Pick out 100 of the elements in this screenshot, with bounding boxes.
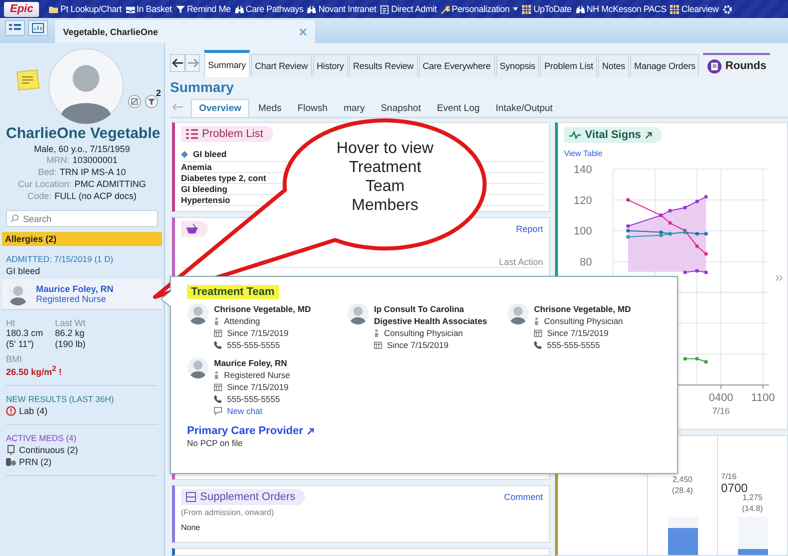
column-date: 7/16 <box>721 472 738 481</box>
sidebar-link[interactable]: PRN (2) <box>6 457 158 467</box>
toolbar-button[interactable]: Care Pathways <box>234 4 304 14</box>
search-field[interactable]: Search <box>6 210 158 227</box>
activity-tab[interactable]: Chart Review <box>250 54 312 77</box>
toolbar-button[interactable]: Pt Lookup/Chart <box>49 4 122 14</box>
problem-name[interactable]: Diabetes type 2, cont <box>181 173 266 183</box>
axis-label: 1100 <box>751 392 775 404</box>
activity-tab[interactable]: Manage Orders <box>630 54 700 77</box>
sidebar-link[interactable]: Lab (4) <box>6 406 158 416</box>
pulse-icon <box>569 131 581 139</box>
wrench-icon <box>440 4 450 14</box>
list-view-button[interactable] <box>5 20 25 36</box>
back-button[interactable] <box>170 54 185 72</box>
bmi-value: 26.50 kg/m$^{2}$ ! <box>6 364 63 377</box>
problem-name[interactable]: Anemia <box>181 162 212 172</box>
view-tab[interactable]: Meds <box>251 100 288 117</box>
activity-tab[interactable]: Summary <box>204 50 250 77</box>
point <box>626 229 630 232</box>
notification-count: 2 <box>156 88 162 98</box>
report-link[interactable]: Report <box>516 224 543 234</box>
list-icon <box>186 129 198 139</box>
avatar-silhouette <box>187 357 209 379</box>
rounds-button[interactable]: Rounds <box>703 53 770 77</box>
patient-tab-label: Vegetable, CharlieOne <box>63 26 158 36</box>
intake-percent: (28.4) <box>672 485 693 496</box>
chart-view-button[interactable] <box>28 20 48 36</box>
new-chat-link[interactable]: New chat <box>227 405 262 417</box>
comment-link[interactable]: Comment <box>504 492 543 502</box>
alert-icon <box>6 406 16 416</box>
settings-icon[interactable] <box>722 4 732 14</box>
toolbar-button[interactable]: Personalization <box>440 4 518 14</box>
phone-icon <box>214 395 222 403</box>
folder-icon <box>49 4 58 14</box>
edit-icon[interactable] <box>128 95 141 108</box>
view-tab[interactable]: Overview <box>191 99 250 117</box>
detail-label: Bed: <box>38 166 57 178</box>
sticky-note-icon[interactable] <box>16 69 40 91</box>
detail-label: Code: <box>27 190 52 202</box>
calendar-icon <box>374 341 382 349</box>
activity-tab[interactable]: Care Everywhere <box>418 54 495 77</box>
point <box>695 269 699 272</box>
column-time: 0700 <box>721 481 748 495</box>
point <box>683 357 687 360</box>
mortar-icon <box>186 223 198 235</box>
allergies-banner[interactable]: Allergies (2) <box>2 232 162 246</box>
measurement-value: 180.3 cm <box>6 328 44 339</box>
funnel-icon <box>176 4 185 14</box>
point <box>668 209 672 212</box>
toolbar-button[interactable]: Clearview <box>670 4 719 14</box>
problem-name[interactable]: GI bleed <box>193 149 227 159</box>
view-tab[interactable]: Intake/Output <box>488 100 560 117</box>
problem-name[interactable]: Hypertensio <box>181 195 230 205</box>
callout-text: Hover to view Treatment Team Members <box>336 139 434 215</box>
intake-value: 1,275 <box>742 492 763 503</box>
activity-tab[interactable]: Notes <box>598 54 630 77</box>
activity-tab[interactable]: History <box>312 54 348 77</box>
epic-menu-button[interactable]: Epic <box>4 2 40 16</box>
card-header[interactable]: Supplement Orders <box>181 489 306 505</box>
toolbar-button[interactable]: UpToDate <box>522 4 572 14</box>
bmi-label: BMI <box>6 354 24 364</box>
filter-icon[interactable] <box>145 95 158 108</box>
toolbar-button[interactable]: Remind Me <box>176 4 231 14</box>
notepad-icon <box>707 58 722 74</box>
activity-tab[interactable]: Problem List <box>540 54 598 77</box>
primary-care-provider-link[interactable]: Primary Care Provider <box>187 425 304 437</box>
inbox-icon <box>126 4 135 14</box>
view-tab[interactable]: mary <box>336 100 372 117</box>
patient-tab[interactable]: Vegetable, CharlieOne <box>55 20 315 43</box>
binoculars-icon <box>576 4 584 14</box>
detail-label: Cur Location: <box>18 178 72 190</box>
bag-icon <box>6 445 16 455</box>
toolbar-button[interactable]: NH McKesson PACS <box>576 4 666 14</box>
sidebar-link[interactable]: Continuous (2) <box>6 445 158 455</box>
member-role: Consulting Physician <box>544 315 623 327</box>
detail-value: TRN IP MS-A 10 <box>60 166 126 178</box>
external-link-icon <box>645 132 652 138</box>
toolbar-button[interactable]: Direct Admit <box>380 4 437 14</box>
team-member-name: Maurice Foley, RN <box>36 284 114 294</box>
expand-icon[interactable] <box>776 275 783 281</box>
view-tab[interactable]: Event Log <box>430 100 487 117</box>
problem-name[interactable]: GI bleeding <box>181 184 228 194</box>
right-arrow-icon <box>186 58 198 68</box>
view-tab[interactable]: Snapshot <box>374 100 428 117</box>
activity-tab[interactable]: Results Review <box>348 54 418 77</box>
member-phone: 555-555-5555 <box>227 393 280 405</box>
card-header[interactable]: Vital Signs <box>564 127 662 143</box>
section-heading: ACTIVE MEDS (4) <box>6 433 78 443</box>
card-header[interactable] <box>181 221 208 237</box>
card-header[interactable]: Problem List <box>181 126 274 142</box>
toolbar-button[interactable]: Novant Intranet <box>307 4 376 14</box>
toolbar-button[interactable]: In Basket <box>126 4 172 14</box>
view-tab[interactable]: Flowsh <box>290 100 335 117</box>
avatar-silhouette <box>507 303 529 325</box>
activity-tab[interactable]: Synopsis <box>496 54 540 77</box>
view-table-link[interactable]: View Table <box>564 149 787 158</box>
team-member-card[interactable]: Maurice Foley, RN Registered Nurse <box>2 279 162 310</box>
member-phone: 555-555-5555 <box>547 339 600 351</box>
axis-label: 0400 <box>708 392 734 404</box>
detail-value: FULL (no ACP docs) <box>54 190 137 202</box>
